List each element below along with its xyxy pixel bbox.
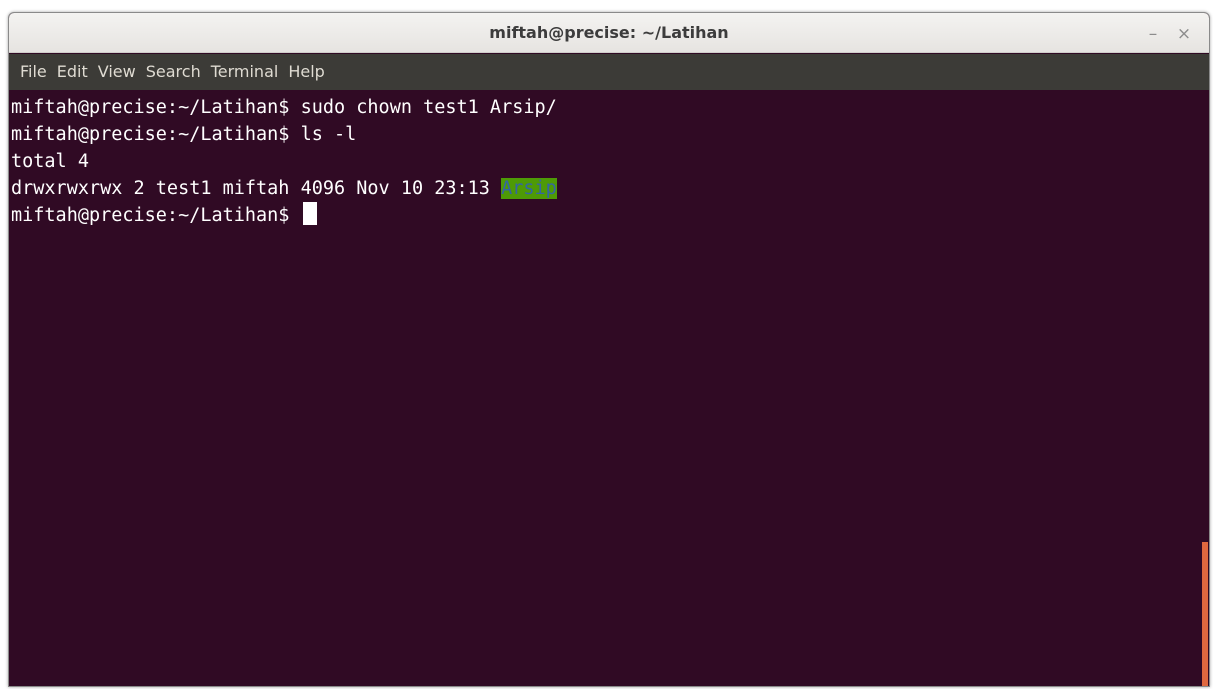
- title-bar[interactable]: miftah@precise: ~/Latihan – ×: [9, 13, 1209, 53]
- minimize-icon[interactable]: –: [1144, 25, 1162, 43]
- prompt-text: miftah@precise:~/Latihan$: [11, 205, 301, 226]
- menu-bar: File Edit View Search Terminal Help: [9, 54, 1209, 90]
- window-title: miftah@precise: ~/Latihan: [489, 23, 729, 42]
- text-cursor: [302, 202, 317, 225]
- menu-help[interactable]: Help: [283, 54, 329, 90]
- terminal-line: miftah@precise:~/Latihan$ ls -l: [11, 121, 1209, 148]
- line-text: total 4: [11, 151, 89, 172]
- menu-edit[interactable]: Edit: [52, 54, 93, 90]
- terminal-window: miftah@precise: ~/Latihan – × File Edit …: [8, 12, 1210, 687]
- scrollbar-thumb[interactable]: [1202, 542, 1208, 686]
- menu-search[interactable]: Search: [141, 54, 206, 90]
- line-text: miftah@precise:~/Latihan$ ls -l: [11, 124, 357, 145]
- close-icon[interactable]: ×: [1175, 25, 1193, 43]
- menu-file[interactable]: File: [15, 54, 52, 90]
- directory-name-highlight: Arsip: [501, 178, 557, 199]
- terminal-line: total 4: [11, 148, 1209, 175]
- menu-view[interactable]: View: [93, 54, 141, 90]
- line-text: miftah@precise:~/Latihan$ sudo chown tes…: [11, 97, 557, 118]
- terminal-line: miftah@precise:~/Latihan$ sudo chown tes…: [11, 94, 1209, 121]
- terminal-prompt-line: miftah@precise:~/Latihan$: [11, 202, 1209, 229]
- menu-terminal[interactable]: Terminal: [206, 54, 284, 90]
- terminal-output[interactable]: miftah@precise:~/Latihan$ sudo chown tes…: [9, 90, 1209, 686]
- terminal-line: drwxrwxrwx 2 test1 miftah 4096 Nov 10 23…: [11, 175, 1209, 202]
- line-text: drwxrwxrwx 2 test1 miftah 4096 Nov 10 23…: [11, 178, 502, 199]
